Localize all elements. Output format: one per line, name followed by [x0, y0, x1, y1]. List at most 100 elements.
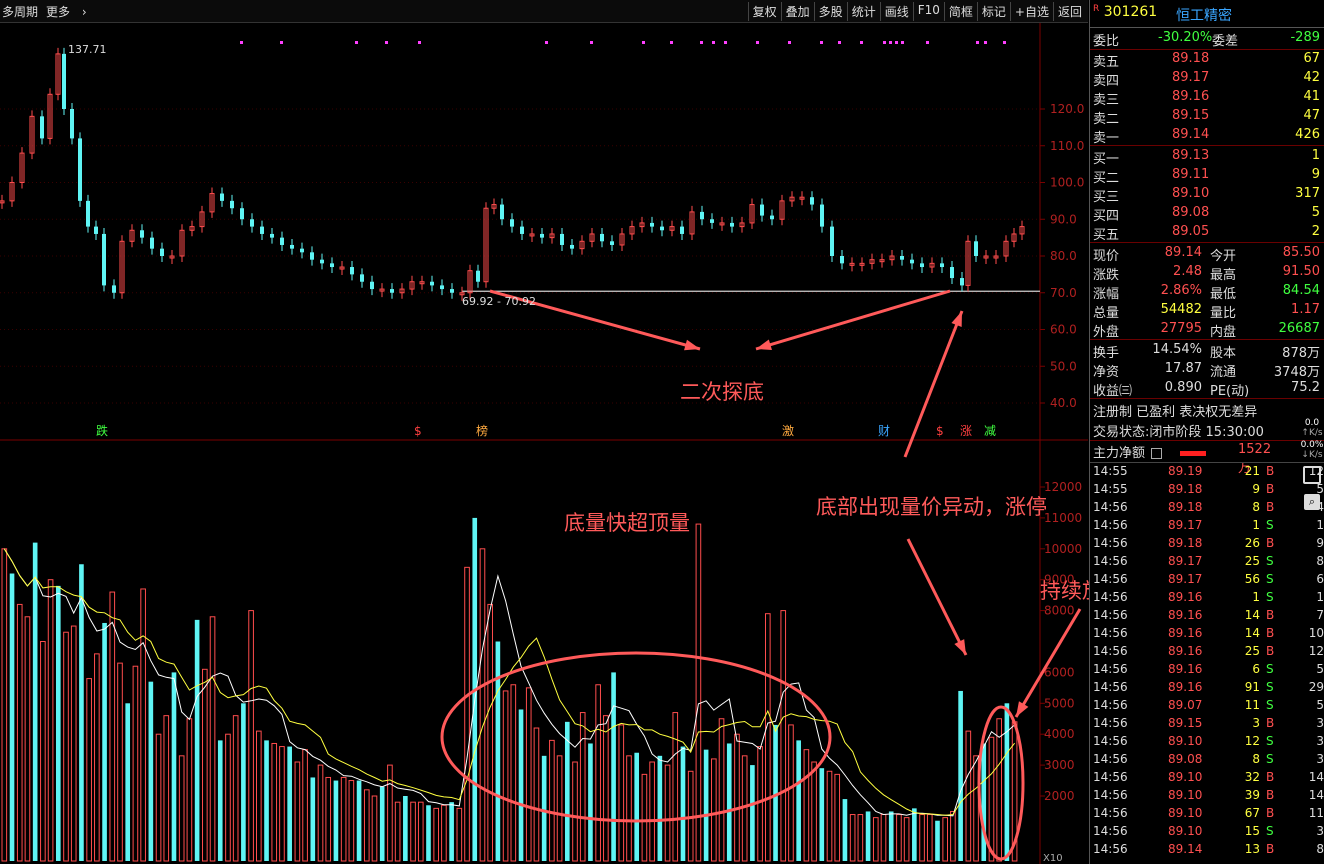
level-price: 89.11 [1172, 167, 1210, 182]
level-price: 89.08 [1172, 205, 1210, 220]
back-button[interactable]: 返回 [1052, 2, 1086, 21]
fundamental-row: 净资 17.87 流通 3748万 [1092, 361, 1324, 380]
signal-dot [590, 41, 593, 44]
volume-bar [572, 761, 578, 862]
volume-tick-label: 11000 [1044, 511, 1082, 525]
signal-dots [240, 41, 1006, 44]
volume-bar [371, 795, 378, 862]
f10-button[interactable]: F10 [912, 2, 944, 21]
volume-bar [726, 743, 732, 861]
volume-bar [880, 814, 887, 862]
trade-status: 交易状态:闭市阶段 15:30:00 [1093, 421, 1264, 440]
volume-bar [417, 801, 424, 862]
volume-bar [70, 625, 77, 862]
stock-code-text: 301261 [1103, 4, 1158, 20]
event-markers: 跌 $ 榜 激 财 $ 涨减 [96, 423, 996, 438]
volume-bar [811, 761, 817, 862]
volume-bar [348, 780, 355, 862]
tick-price: 89.10 [1168, 770, 1203, 784]
candle-body [920, 263, 924, 268]
arrow-up-icon: ↑ [1301, 428, 1309, 438]
tick-side: B [1266, 716, 1275, 730]
candle-body [350, 267, 354, 275]
volume-bar [356, 780, 362, 861]
volume-bar [703, 749, 709, 861]
level-label: 卖三 [1093, 93, 1120, 108]
quote-label: 总量 [1093, 306, 1120, 321]
speed-unit-text: K/s [1308, 450, 1323, 460]
volume-bar [803, 749, 810, 862]
candle-body [910, 259, 914, 264]
level-volume: 2 [1311, 224, 1320, 239]
level-label: 卖一 [1093, 131, 1120, 146]
level-label: 卖五 [1093, 55, 1120, 70]
volume-bar [958, 690, 963, 861]
weicha-label: 委差 [1212, 34, 1239, 49]
quote-value: 91.50 [1282, 264, 1320, 279]
kline-chart[interactable]: 120.0110.0100.090.080.070.060.050.040.0 … [0, 23, 1088, 864]
signal-dot [820, 41, 823, 44]
volume-bar [626, 755, 632, 862]
divider [1090, 462, 1324, 463]
quote-value: 2.48 [1173, 264, 1202, 279]
volume-tick-label: 12000 [1044, 480, 1082, 494]
multi-stock-button[interactable]: 多股 [813, 2, 847, 21]
mark-button[interactable]: 标记 [976, 2, 1010, 21]
volume-bar [333, 780, 339, 861]
volume-bar [495, 641, 501, 861]
mainflow-row: 主力净额 1522万 [1093, 442, 1271, 476]
candle-body [250, 219, 254, 227]
volume-bar [819, 768, 825, 861]
restore-rights-button[interactable]: 复权 [747, 2, 781, 21]
quote-row: 外盘 27795 内盘 26687 [1092, 321, 1324, 340]
level-label: 买五 [1093, 228, 1120, 243]
volume-bar [109, 591, 116, 862]
candle-body [102, 233, 106, 286]
volume-bar [579, 712, 586, 862]
volume-bar [433, 807, 440, 862]
candle-body [70, 109, 74, 139]
volume-bar [842, 799, 848, 861]
volume-unit-label: X10 [1043, 853, 1063, 864]
fundamental-row: 收益㈢ 0.890 PE(动) 75.2 [1092, 380, 1324, 399]
volume-bar [426, 805, 431, 861]
quote-value: 85.50 [1282, 245, 1320, 260]
volume-bar [1, 548, 8, 862]
mainflow-toggle-icon[interactable] [1151, 448, 1163, 459]
tick-side: B [1266, 806, 1275, 820]
tick-side: B [1266, 500, 1275, 514]
tick-count: 14 [1308, 788, 1324, 802]
search-icon[interactable]: ⌕ [1304, 494, 1320, 510]
arrow-left-bottom-head [684, 339, 700, 351]
candle-body [40, 116, 44, 139]
tick-price: 89.10 [1168, 824, 1203, 838]
signal-dot [240, 41, 243, 44]
tick-side: S [1266, 734, 1274, 748]
tick-volume: 14 [1244, 608, 1260, 622]
tick-price: 89.14 [1168, 842, 1203, 856]
speed-unit: ↑K/s [1299, 428, 1324, 438]
volume-bar [981, 743, 987, 861]
statistics-button[interactable]: 统计 [846, 2, 880, 21]
volume-bar [834, 773, 841, 862]
tick-time: 14:56 [1093, 572, 1128, 586]
side-tool-strip: 0.0 ↑K/s 0.0% ↓K/s ⌕ [1299, 418, 1324, 510]
chart-toolbar: 多周期 更多 › 复权 叠加 多股 统计 画线 F10 简框 标记 +自选 返回 [0, 0, 1088, 23]
tick-side: S [1266, 518, 1274, 532]
fund-value: 75.2 [1291, 380, 1320, 395]
candle-body [112, 285, 116, 293]
tick-side: B [1266, 842, 1275, 856]
draw-line-button[interactable]: 画线 [879, 2, 913, 21]
simple-frame-button[interactable]: 简框 [943, 2, 977, 21]
quote-row: 涨跌 2.48 最高 91.50 [1092, 264, 1324, 283]
volume-bar [849, 814, 856, 862]
add-watchlist-button[interactable]: +自选 [1009, 2, 1053, 21]
stock-name[interactable]: 恒工精密 [1176, 5, 1232, 25]
candle-body [150, 237, 154, 249]
overlay-button[interactable]: 叠加 [780, 2, 814, 21]
speed-unit-text: K/s [1308, 428, 1323, 438]
resize-icon[interactable] [1303, 466, 1321, 484]
more-button[interactable]: 更多 › [46, 5, 95, 19]
multi-period-button[interactable]: 多周期 [2, 5, 38, 19]
tick-row: 14:56 89.18 26 B 9 [1092, 536, 1324, 554]
